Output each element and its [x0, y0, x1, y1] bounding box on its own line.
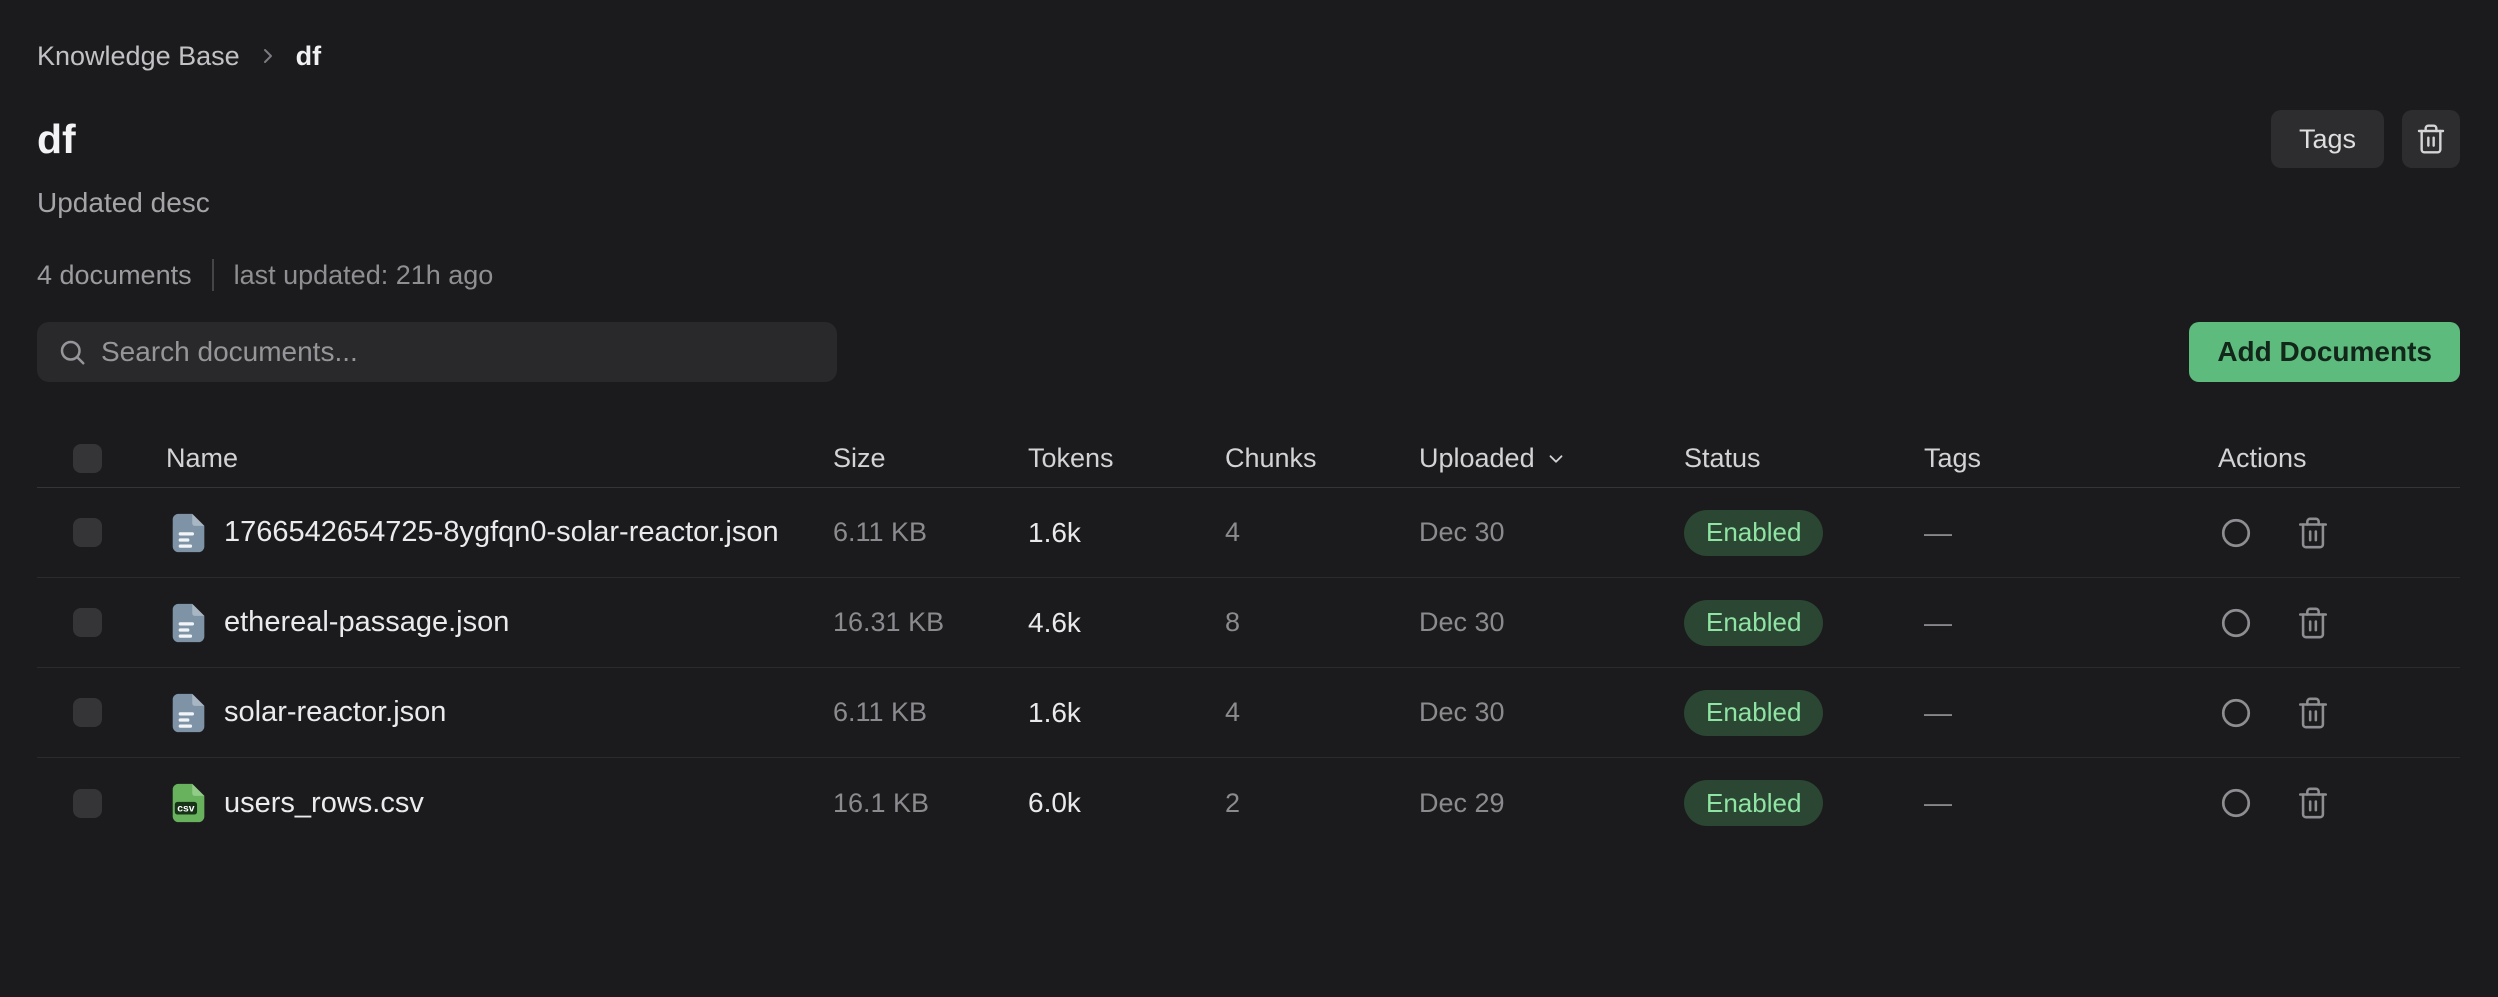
document-tags: — [1924, 787, 2218, 819]
document-name[interactable]: ethereal-passage.json [224, 606, 509, 639]
column-header-chunks: Chunks [1225, 443, 1419, 474]
chevron-down-icon [1545, 448, 1567, 470]
document-size: 6.11 KB [833, 517, 1028, 548]
document-uploaded: Dec 29 [1419, 788, 1684, 819]
breadcrumb-knowledge-base-link[interactable]: Knowledge Base [37, 40, 240, 72]
table-row: csv users_rows.csv 16.1 KB 6.0k 2 Dec 29… [37, 758, 2460, 848]
document-tokens: 1.6k [1028, 517, 1225, 549]
document-tags: — [1924, 517, 2218, 549]
last-updated: last updated: 21h ago [234, 258, 494, 292]
trash-icon [2415, 123, 2447, 155]
document-tokens: 1.6k [1028, 697, 1225, 729]
row-checkbox[interactable] [73, 608, 102, 637]
breadcrumb: Knowledge Base df [37, 40, 2460, 72]
column-header-status: Status [1684, 443, 1924, 474]
status-badge[interactable]: Enabled [1684, 780, 1823, 826]
row-checkbox[interactable] [73, 518, 102, 547]
status-badge[interactable]: Enabled [1684, 510, 1823, 556]
table-body: csv 1766542654725-8ygfqn0-solar-reactor.… [37, 488, 2460, 848]
document-tags: — [1924, 697, 2218, 729]
document-tags: — [1924, 607, 2218, 639]
delete-document-trash-icon[interactable] [2296, 606, 2330, 640]
document-size: 16.31 KB [833, 607, 1028, 638]
knowledge-base-detail-page: Knowledge Base df df Tags Updated desc 4… [0, 0, 2498, 848]
documents-table: Name Size Tokens Chunks Uploaded Status … [37, 430, 2460, 848]
stats-row: 4 documents last updated: 21h ago [37, 258, 2460, 292]
delete-document-trash-icon[interactable] [2296, 516, 2330, 550]
row-checkbox[interactable] [73, 698, 102, 727]
document-size: 6.11 KB [833, 697, 1028, 728]
breadcrumb-current: df [296, 40, 321, 72]
toggle-status-circle-icon[interactable] [2218, 695, 2254, 731]
delete-document-trash-icon[interactable] [2296, 786, 2330, 820]
row-checkbox[interactable] [73, 789, 102, 818]
document-chunks: 4 [1225, 517, 1419, 548]
status-badge[interactable]: Enabled [1684, 690, 1823, 736]
document-name[interactable]: 1766542654725-8ygfqn0-solar-reactor.json [224, 516, 779, 549]
uploaded-label: Uploaded [1419, 443, 1535, 474]
stats-divider [212, 259, 214, 291]
select-all-checkbox[interactable] [73, 444, 102, 473]
search-icon [57, 337, 87, 367]
column-header-name: Name [166, 443, 833, 474]
column-header-size: Size [833, 443, 1028, 474]
title-actions: Tags [2271, 110, 2460, 168]
document-tokens: 6.0k [1028, 787, 1225, 819]
column-header-tags: Tags [1924, 443, 2218, 474]
toggle-status-circle-icon[interactable] [2218, 605, 2254, 641]
document-tokens: 4.6k [1028, 607, 1225, 639]
page-description: Updated desc [37, 186, 2460, 220]
document-count: 4 documents [37, 258, 192, 292]
toggle-status-circle-icon[interactable] [2218, 515, 2254, 551]
toolbar: Add Documents [37, 322, 2460, 382]
toggle-status-circle-icon[interactable] [2218, 785, 2254, 821]
header-checkbox-cell [37, 444, 166, 473]
document-name[interactable]: solar-reactor.json [224, 696, 446, 729]
table-row: csv solar-reactor.json 6.11 KB 1.6k 4 De… [37, 668, 2460, 758]
tags-button[interactable]: Tags [2271, 110, 2384, 168]
chevron-right-icon [256, 44, 280, 68]
table-row: csv ethereal-passage.json 16.31 KB 4.6k … [37, 578, 2460, 668]
search-input[interactable] [101, 336, 817, 368]
add-documents-button[interactable]: Add Documents [2189, 322, 2460, 382]
table-row: csv 1766542654725-8ygfqn0-solar-reactor.… [37, 488, 2460, 578]
document-uploaded: Dec 30 [1419, 607, 1684, 638]
table-header: Name Size Tokens Chunks Uploaded Status … [37, 430, 2460, 488]
document-chunks: 4 [1225, 697, 1419, 728]
document-chunks: 2 [1225, 788, 1419, 819]
page-title: df [37, 114, 76, 164]
column-header-actions: Actions [2218, 443, 2460, 474]
document-uploaded: Dec 30 [1419, 697, 1684, 728]
column-header-tokens: Tokens [1028, 443, 1225, 474]
title-row: df Tags [37, 110, 2460, 168]
search-box[interactable] [37, 322, 837, 382]
csv-file-icon: csv [166, 780, 212, 826]
document-name[interactable]: users_rows.csv [224, 787, 424, 820]
json-file-icon [166, 600, 212, 646]
json-file-icon [166, 510, 212, 556]
delete-document-trash-icon[interactable] [2296, 696, 2330, 730]
json-file-icon [166, 690, 212, 736]
status-badge[interactable]: Enabled [1684, 600, 1823, 646]
document-chunks: 8 [1225, 607, 1419, 638]
column-header-uploaded[interactable]: Uploaded [1419, 443, 1684, 474]
document-size: 16.1 KB [833, 788, 1028, 819]
document-uploaded: Dec 30 [1419, 517, 1684, 548]
delete-knowledge-base-button[interactable] [2402, 110, 2460, 168]
svg-text:csv: csv [177, 803, 195, 814]
